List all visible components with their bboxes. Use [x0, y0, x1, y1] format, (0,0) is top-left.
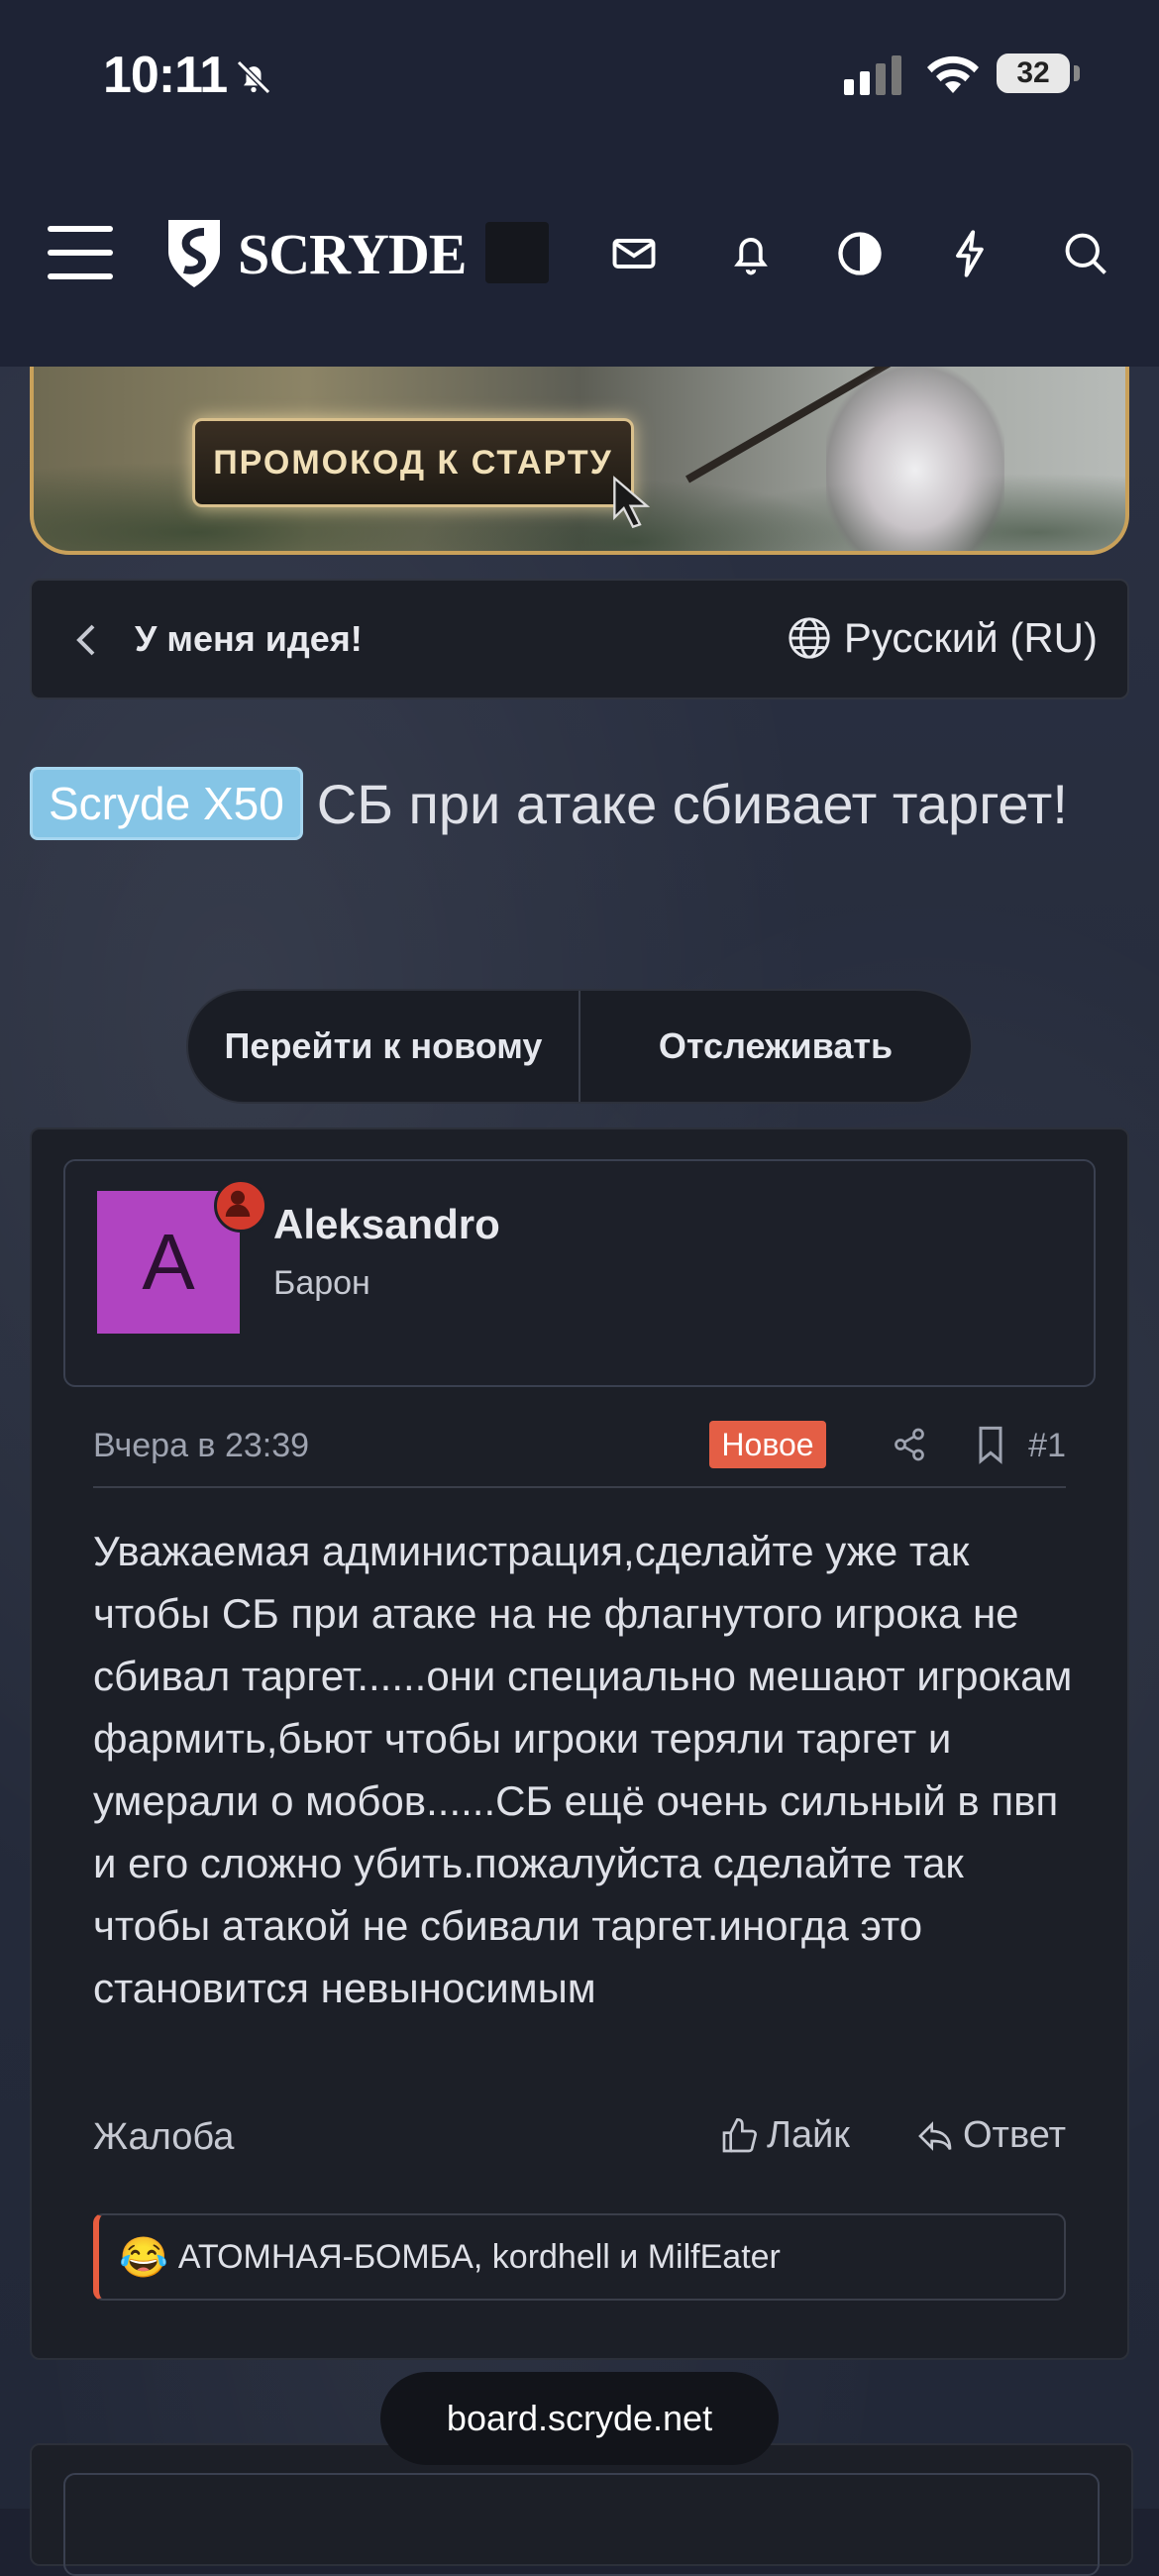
like-label: Лайк [767, 2114, 850, 2156]
post-number[interactable]: #1 [1028, 1427, 1066, 1465]
thread-prefix[interactable]: Scryde X50 [30, 767, 303, 840]
banner-character [826, 367, 1004, 551]
reply-icon [918, 2120, 952, 2151]
user-title: Барон [273, 1264, 370, 1302]
logo-text: SCRYDE [238, 221, 467, 286]
reply-label: Ответ [963, 2114, 1066, 2156]
scryde-shield-icon [168, 220, 220, 287]
site-logo[interactable]: SCRYDE [164, 214, 467, 293]
bell-icon[interactable] [725, 228, 777, 279]
chevron-left-icon[interactable] [71, 620, 101, 665]
like-button[interactable]: Лайк [719, 2114, 850, 2157]
go-to-new-button[interactable]: Перейти к новому [188, 991, 579, 1102]
lightning-icon[interactable] [945, 228, 997, 279]
reactions-bar[interactable]: 😂 АТОМНАЯ-БОМБА, kordhell и MilfEater [93, 2213, 1066, 2301]
bookmark-icon[interactable] [973, 1425, 1008, 1469]
mail-icon[interactable] [608, 228, 660, 279]
laugh-reaction-icon: 😂 [119, 2235, 168, 2280]
thread-title-text: СБ при атаке сбивает таргет! [316, 773, 1068, 835]
cursor-icon [613, 476, 651, 529]
search-icon[interactable] [1060, 228, 1111, 279]
globe-icon [789, 617, 830, 659]
new-badge: Новое [709, 1421, 826, 1468]
status-bar: 10:11 32 [0, 0, 1159, 149]
next-user-card [63, 2473, 1100, 2576]
thread-title: Scryde X50 СБ при атаке сбивает таргет! [30, 763, 1129, 846]
promo-code-button[interactable]: ПРОМОКОД К СТАРТУ [192, 418, 634, 507]
battery-indicator: 32 [997, 54, 1070, 93]
site-header: SCRYDE [0, 149, 1159, 367]
browser-url-bar[interactable]: board.scryde.net [380, 2372, 779, 2465]
share-icon[interactable] [892, 1427, 927, 1467]
bell-off-icon [234, 57, 273, 102]
post-meta: Вчера в 23:39 Новое #1 [93, 1417, 1066, 1488]
signal-icon [844, 55, 903, 100]
post-body: Уважаемая администрация,сделайте уже так… [93, 1528, 1073, 2011]
status-time: 10:11 [103, 47, 228, 104]
user-card: A Aleksandro Барон [63, 1159, 1096, 1387]
post-date[interactable]: Вчера в 23:39 [93, 1427, 309, 1465]
report-link[interactable]: Жалоба [93, 2116, 234, 2159]
language-label: Русский (RU) [843, 614, 1098, 661]
reply-button[interactable]: Ответ [915, 2114, 1066, 2157]
theme-toggle-icon[interactable] [834, 228, 886, 279]
online-status-icon [214, 1179, 267, 1233]
thread-actions: Перейти к новому Отслеживать [186, 989, 973, 1104]
thumbs-up-icon [722, 2117, 758, 2152]
wifi-icon [925, 54, 981, 100]
logo-placeholder-box [485, 222, 549, 283]
menu-icon[interactable] [48, 226, 113, 279]
promo-banner[interactable]: ПРОМОКОД К СТАРТУ [30, 367, 1129, 555]
battery-tip [1074, 65, 1080, 81]
language-selector[interactable]: Русский (RU) [787, 614, 1098, 662]
watch-button[interactable]: Отслеживать [580, 991, 971, 1102]
post-message: A Aleksandro Барон Вчера в 23:39 Новое #… [30, 1127, 1129, 2360]
breadcrumb: У меня идея! Русский (RU) [30, 579, 1129, 699]
post-actions: Жалоба Лайк Ответ [93, 2110, 1066, 2170]
username[interactable]: Aleksandro [273, 1201, 500, 1248]
reactions-list[interactable]: АТОМНАЯ-БОМБА, kordhell и MilfEater [178, 2238, 781, 2277]
breadcrumb-link[interactable]: У меня идея! [135, 618, 363, 660]
